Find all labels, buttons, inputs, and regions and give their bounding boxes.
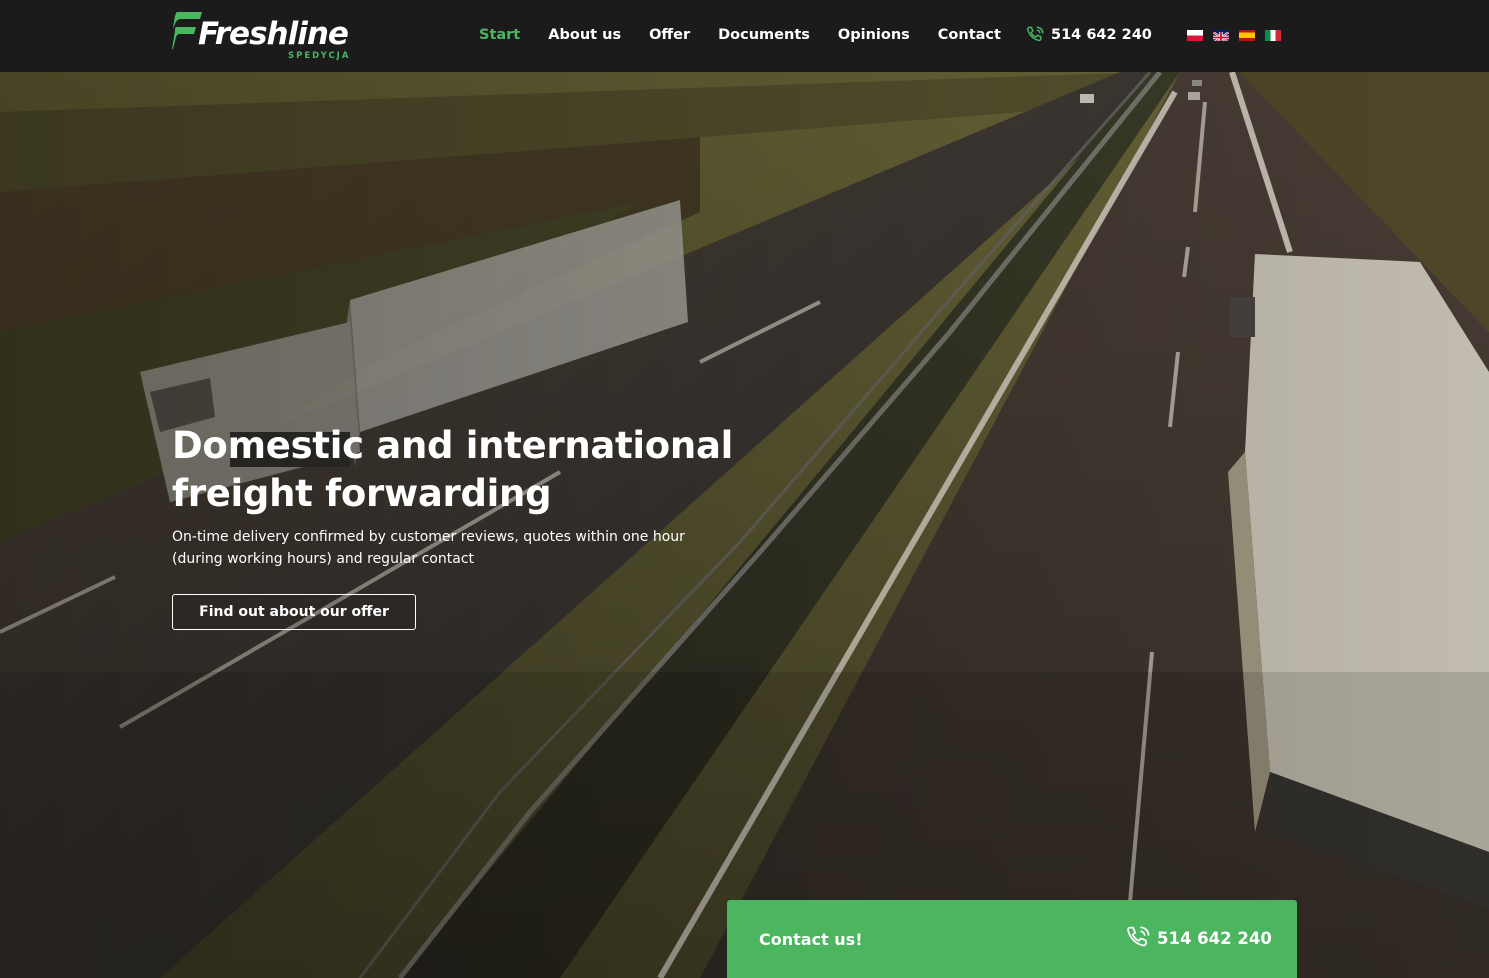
flag-it-icon[interactable]: [1265, 30, 1281, 41]
language-switcher: [1187, 30, 1281, 41]
contact-us-label: Contact us!: [759, 930, 863, 949]
contact-bar-phone-link[interactable]: 514 642 240: [1123, 923, 1272, 953]
offer-cta-button[interactable]: Find out about our offer: [172, 594, 416, 630]
nav-item-offer[interactable]: Offer: [649, 26, 690, 44]
main-nav: Start About us Offer Documents Opinions …: [479, 26, 1001, 44]
logo-wordmark: Freshline: [198, 16, 349, 52]
logo-tagline: SPEDYCJA: [288, 51, 351, 61]
header-phone-link[interactable]: 514 642 240: [1024, 24, 1152, 46]
flag-pl-icon[interactable]: [1187, 30, 1203, 41]
phone-icon: [1127, 926, 1150, 947]
flag-es-icon[interactable]: [1239, 30, 1255, 41]
nav-item-opinions[interactable]: Opinions: [838, 26, 910, 44]
nav-item-start[interactable]: Start: [479, 26, 520, 44]
phone-icon: [1026, 26, 1044, 42]
hero-title-line1: Domestic and international: [172, 424, 734, 467]
freshline-logo[interactable]: Freshline SPEDYCJA: [171, 9, 356, 63]
nav-item-documents[interactable]: Documents: [718, 26, 810, 44]
flag-gb-icon[interactable]: [1213, 30, 1229, 41]
hero-subtitle-line1: On-time delivery confirmed by customer r…: [172, 529, 685, 545]
hero-section: Domestic and international freight forwa…: [0, 72, 1489, 978]
hero-subtitle-line2: (during working hours) and regular conta…: [172, 551, 475, 567]
hero-overlay: [0, 72, 1489, 978]
header-phone-number: 514 642 240: [1051, 27, 1152, 43]
contact-bar-phone-number: 514 642 240: [1157, 928, 1272, 948]
contact-bar: Contact us! 514 642 240: [727, 900, 1297, 978]
flag-gb-graphic: [1213, 31, 1229, 41]
hero-title-line2: freight forwarding: [172, 472, 552, 515]
nav-item-about-us[interactable]: About us: [548, 26, 621, 44]
nav-item-contact[interactable]: Contact: [938, 26, 1001, 44]
site-header: Freshline SPEDYCJA Start About us Offer …: [0, 0, 1489, 72]
hero-subtitle: On-time delivery confirmed by customer r…: [172, 526, 732, 570]
hero-title: Domestic and international freight forwa…: [172, 422, 772, 518]
